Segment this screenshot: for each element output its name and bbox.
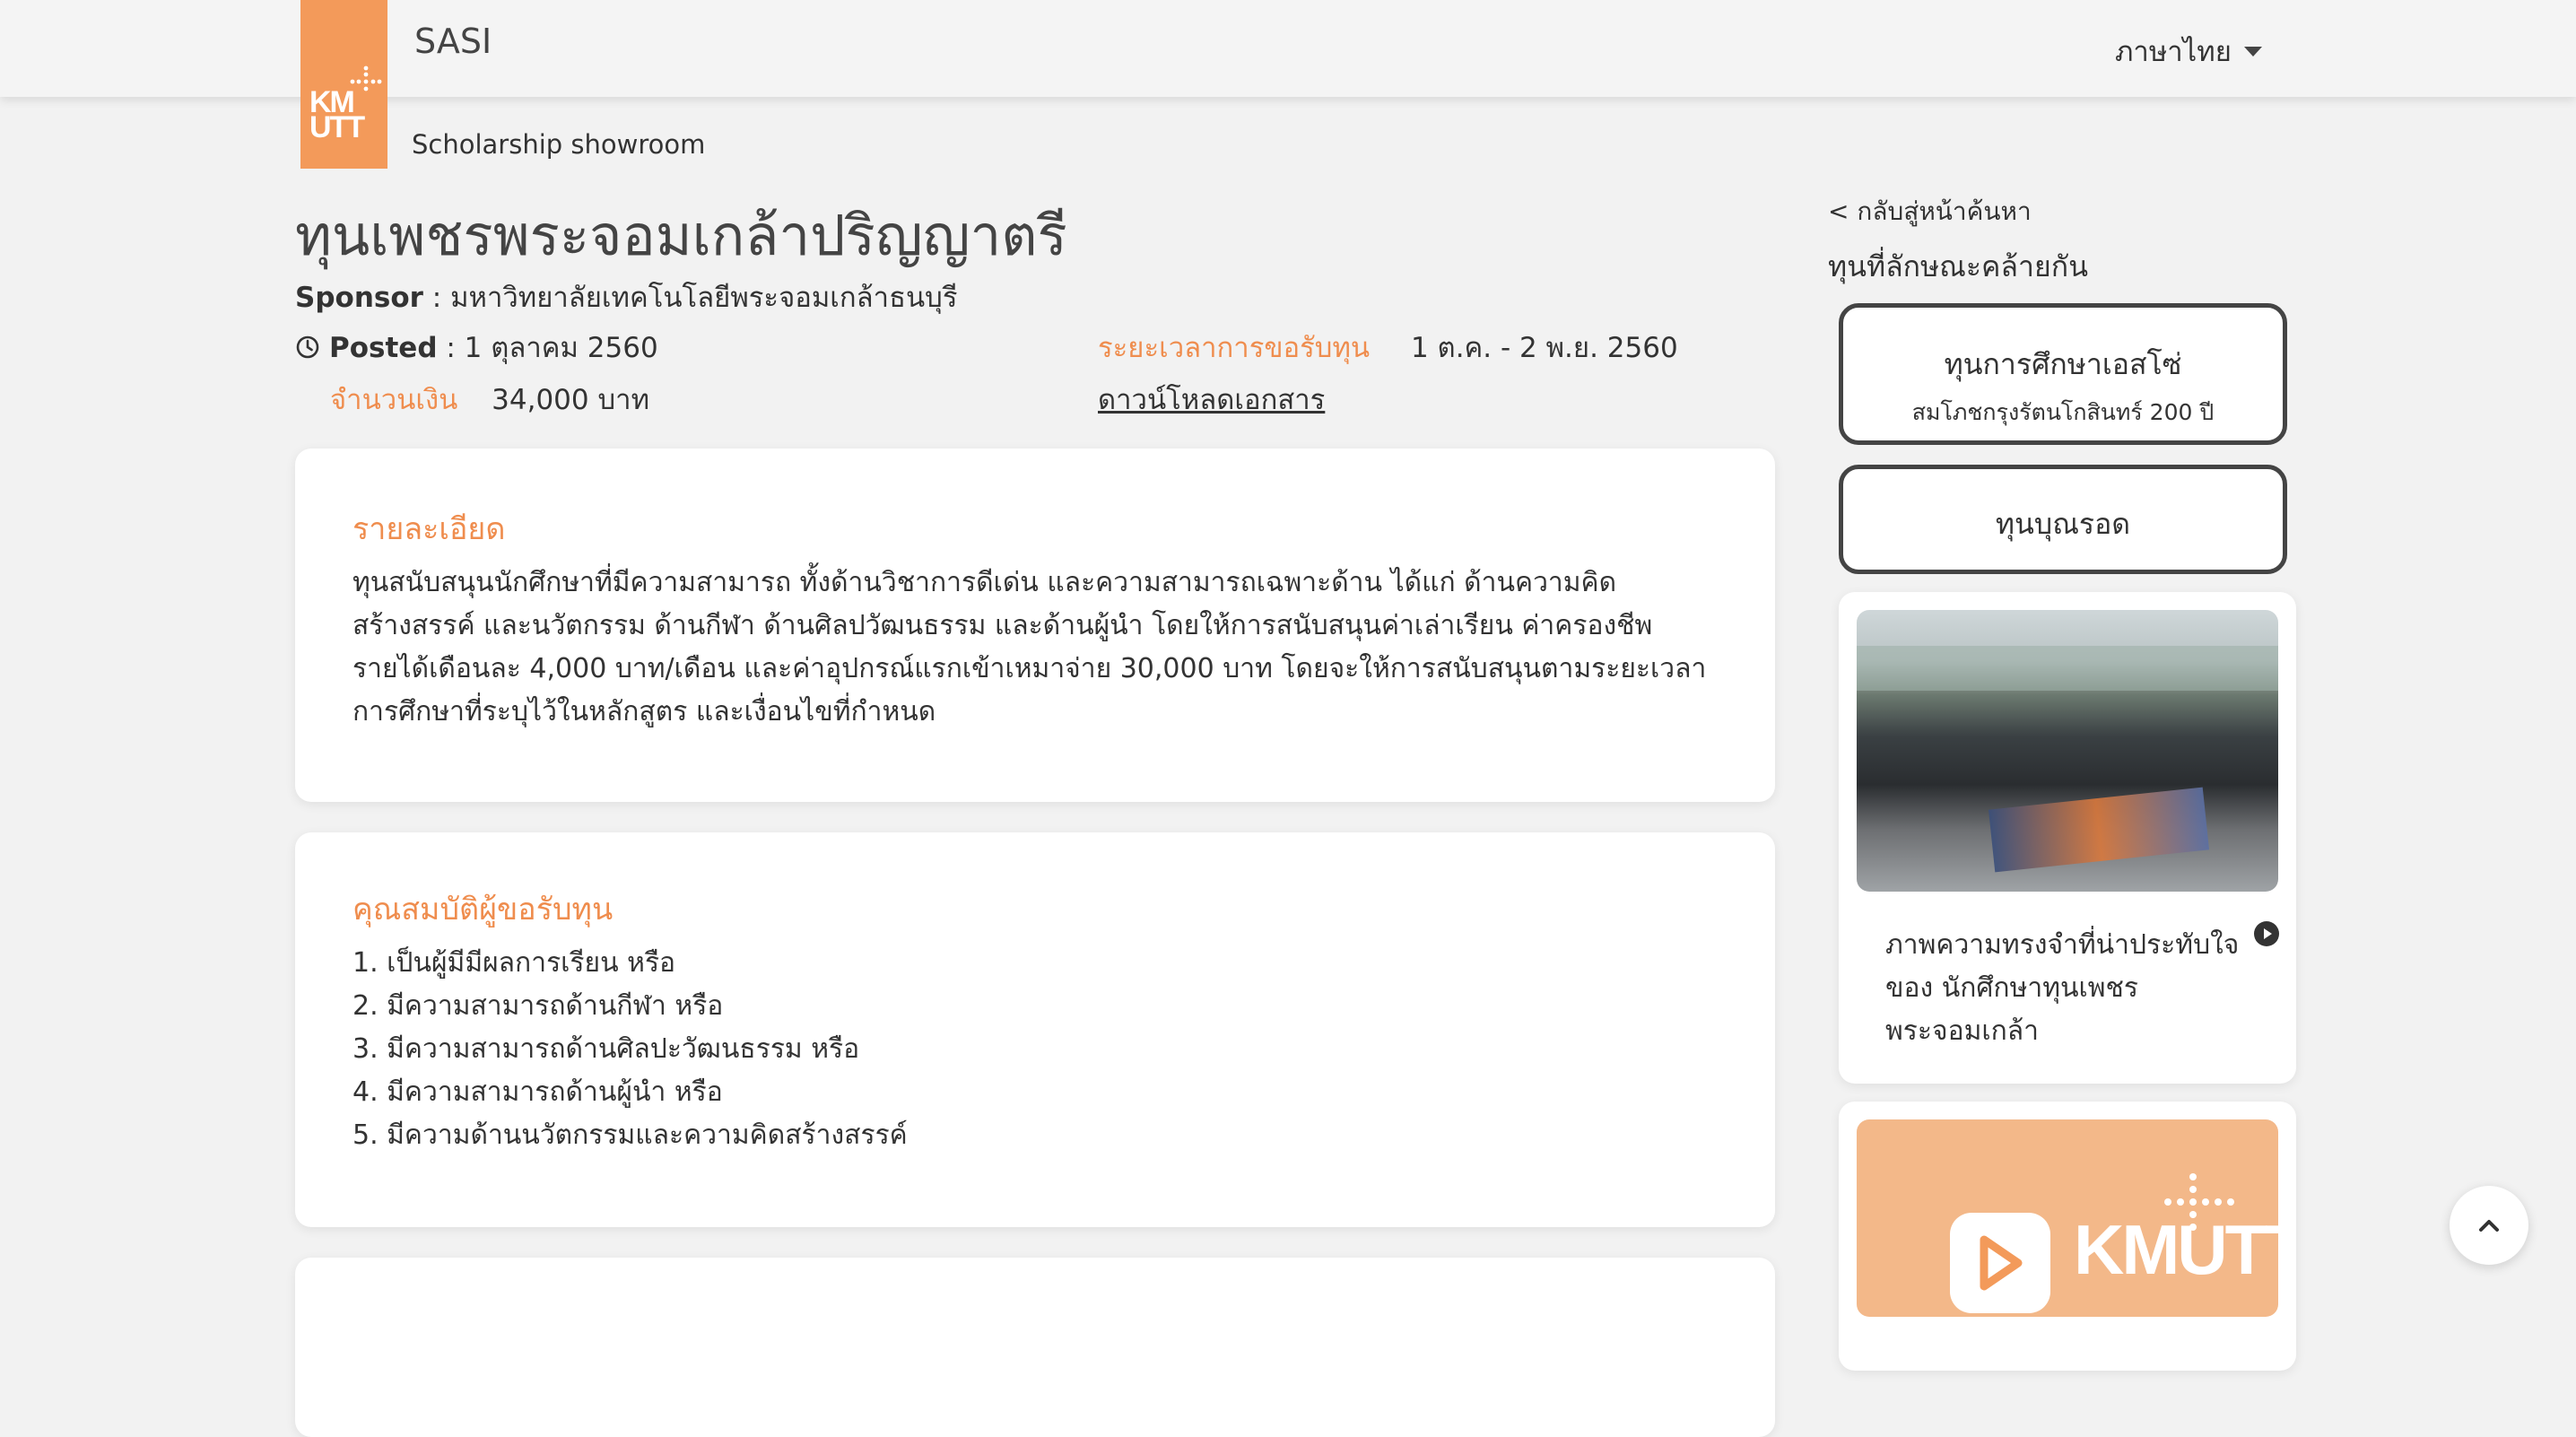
details-line: การศึกษาที่ระบุไว้ในหลักสูตร และเงื่อนไข… — [352, 696, 936, 727]
sponsor-label: Sponsor — [295, 282, 423, 314]
details-line: รายได้เดือนละ 4,000 บาท/เดือน และค่าอุปก… — [352, 653, 1707, 684]
amount-info: จำนวนเงิน 34,000 บาท — [330, 377, 649, 422]
promo-banner[interactable]: KMUTT — [1857, 1119, 2278, 1317]
posted-label: Posted — [329, 332, 438, 364]
qualifications-list: 1. เป็นผู้มีมีผลการเรียน หรือ 2. มีความส… — [352, 942, 1721, 1157]
list-item: 4. มีความสามารถด้านผู้นำ หรือ — [352, 1076, 723, 1108]
application-period: ระยะเวลาการขอรับทุน 1 ต.ค. - 2 พ.ย. 2560 — [1098, 325, 1678, 370]
details-heading: รายละเอียด — [352, 511, 506, 547]
promo-card[interactable]: KMUTT — [1839, 1102, 2296, 1371]
page-title: ทุนเพชรพระจอมเกล้าปริญญาตรี — [295, 203, 1067, 268]
list-item: 1. เป็นผู้มีมีผลการเรียน หรือ — [352, 947, 676, 979]
video-card[interactable]: ภาพความทรงจำที่น่าประทับใจของ นักศึกษาทุ… — [1839, 592, 2296, 1084]
video-play-icon — [1950, 1213, 2050, 1313]
period-value: 1 ต.ค. - 2 พ.ย. 2560 — [1410, 332, 1678, 364]
period-label: ระยะเวลาการขอรับทุน — [1098, 332, 1371, 364]
sponsor-value: : มหาวิทยาลัยเทคโนโลยีพระจอมเกล้าธนบุรี — [422, 282, 958, 314]
posted-info: Posted : 1 ตุลาคม 2560 — [295, 325, 658, 370]
sponsor-info: Sponsor : มหาวิทยาลัยเทคโนโลยีพระจอมเกล้… — [295, 274, 958, 319]
photo-building — [1857, 646, 2278, 691]
play-icon[interactable] — [2253, 920, 2280, 947]
scroll-to-top-button[interactable] — [2450, 1186, 2528, 1265]
details-text: ทุนสนับสนุนนักศึกษาที่มีความสามารถ ทั้งด… — [352, 562, 1721, 734]
language-label: ภาษาไทย — [2115, 36, 2232, 68]
similar-title: ทุนการศึกษาเอสโซ่ — [1944, 347, 2182, 381]
scholarship-photo[interactable] — [1857, 610, 2278, 892]
app-name[interactable]: SASI — [414, 22, 492, 61]
app-subtitle: Scholarship showroom — [412, 129, 706, 160]
amount-label: จำนวนเงิน — [330, 384, 458, 416]
details-card: รายละเอียด ทุนสนับสนุนนักศึกษาที่มีความส… — [295, 449, 1775, 802]
details-line: สร้างสรรค์ และนวัตกรรม ด้านกีฬา ด้านศิลป… — [352, 610, 1653, 641]
amount-value: 34,000 บาท — [492, 384, 649, 416]
kmutt-logo[interactable]: KM UTT — [300, 0, 387, 169]
video-caption: ภาพความทรงจำที่น่าประทับใจของ นักศึกษาทุ… — [1885, 929, 2240, 1047]
download-documents-link[interactable]: ดาวน์โหลดเอกสาร — [1098, 377, 1325, 422]
similar-scholarships-heading: ทุนที่ลักษณะคล้ายกัน — [1828, 249, 2088, 283]
similar-scholarship-card[interactable]: ทุนการศึกษาเอสโซ่ สมโภชกรุงรัตนโกสินทร์ … — [1839, 303, 2287, 445]
language-dropdown[interactable]: ภาษาไทย — [2115, 29, 2262, 74]
logo-text: KM UTT — [309, 85, 365, 144]
posted-value: : 1 ตุลาคม 2560 — [437, 332, 658, 364]
list-item: 3. มีความสามารถด้านศิลปะวัฒนธรรม หรือ — [352, 1033, 860, 1065]
next-section-card — [295, 1258, 1775, 1437]
similar-scholarship-card[interactable]: ทุนบุณรอด — [1839, 465, 2287, 574]
qualifications-heading: คุณสมบัติผู้ขอรับทุน — [352, 892, 614, 928]
clock-icon — [296, 335, 319, 359]
list-item: 5. มีความด้านนวัตกรรมและความคิดสร้างสรรค… — [352, 1119, 908, 1151]
details-line: ทุนสนับสนุนนักศึกษาที่มีความสามารถ ทั้งด… — [352, 567, 1617, 598]
similar-title: ทุนบุณรอด — [1995, 507, 2131, 541]
logo-plus-icon — [2164, 1173, 2234, 1231]
back-to-search-link[interactable]: < กลับสู่หน้าค้นหา — [1828, 192, 2032, 231]
qualifications-card: คุณสมบัติผู้ขอรับทุน 1. เป็นผู้มีมีผลการ… — [295, 832, 1775, 1227]
list-item: 2. มีความสามารถด้านกีฬา หรือ — [352, 990, 724, 1022]
photo-banner — [1988, 787, 2210, 873]
similar-subtitle: สมโภชกรุงรัตนโกสินทร์ 200 ปี — [1911, 399, 2215, 425]
chevron-up-icon — [2479, 1220, 2499, 1232]
caret-down-icon — [2243, 46, 2262, 57]
